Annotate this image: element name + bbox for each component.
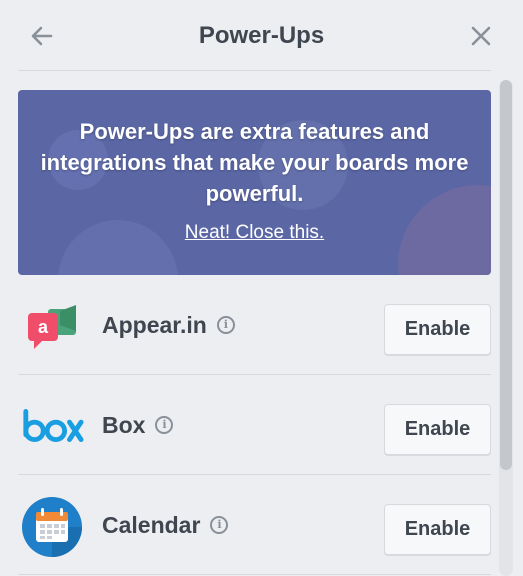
box-logo-icon <box>20 395 84 459</box>
banner-text: Power-Ups are extra features and integra… <box>40 119 469 206</box>
powerup-name-label: Calendar <box>102 512 201 538</box>
calendar-logo-icon <box>20 495 84 559</box>
info-icon[interactable]: i <box>210 516 229 534</box>
info-banner: Power-Ups are extra features and integra… <box>18 90 491 275</box>
page-title: Power-Ups <box>198 22 325 49</box>
enable-button[interactable]: Enable <box>384 304 491 355</box>
dismiss-banner-link[interactable]: Neat! Close this. <box>18 222 491 244</box>
appear-in-logo-icon: a <box>20 295 84 359</box>
svg-text:a: a <box>38 317 49 337</box>
header-divider <box>18 70 491 71</box>
info-icon[interactable]: i <box>216 316 235 334</box>
row-divider <box>18 574 491 575</box>
enable-button[interactable]: Enable <box>384 404 491 455</box>
enable-button[interactable]: Enable <box>384 504 491 555</box>
panel-header: Power-Ups <box>0 0 523 70</box>
powerup-row-calendar: Calendar i Enable <box>18 475 491 575</box>
scrollbar-thumb[interactable] <box>500 80 512 470</box>
powerup-name-label: Appear.in <box>102 312 207 338</box>
powerup-row-box: Box i Enable <box>18 375 491 475</box>
info-icon[interactable]: i <box>155 416 174 434</box>
powerup-name-label: Box <box>102 412 146 438</box>
powerup-name: Appear.in i <box>102 311 235 339</box>
powerup-row-appear-in: a Appear.in i Enable <box>18 275 491 375</box>
scrollbar[interactable] <box>499 80 513 576</box>
close-icon <box>471 26 491 46</box>
powerup-name: Calendar i <box>102 511 229 539</box>
powerup-name: Box i <box>102 411 174 439</box>
close-button[interactable] <box>467 22 495 50</box>
